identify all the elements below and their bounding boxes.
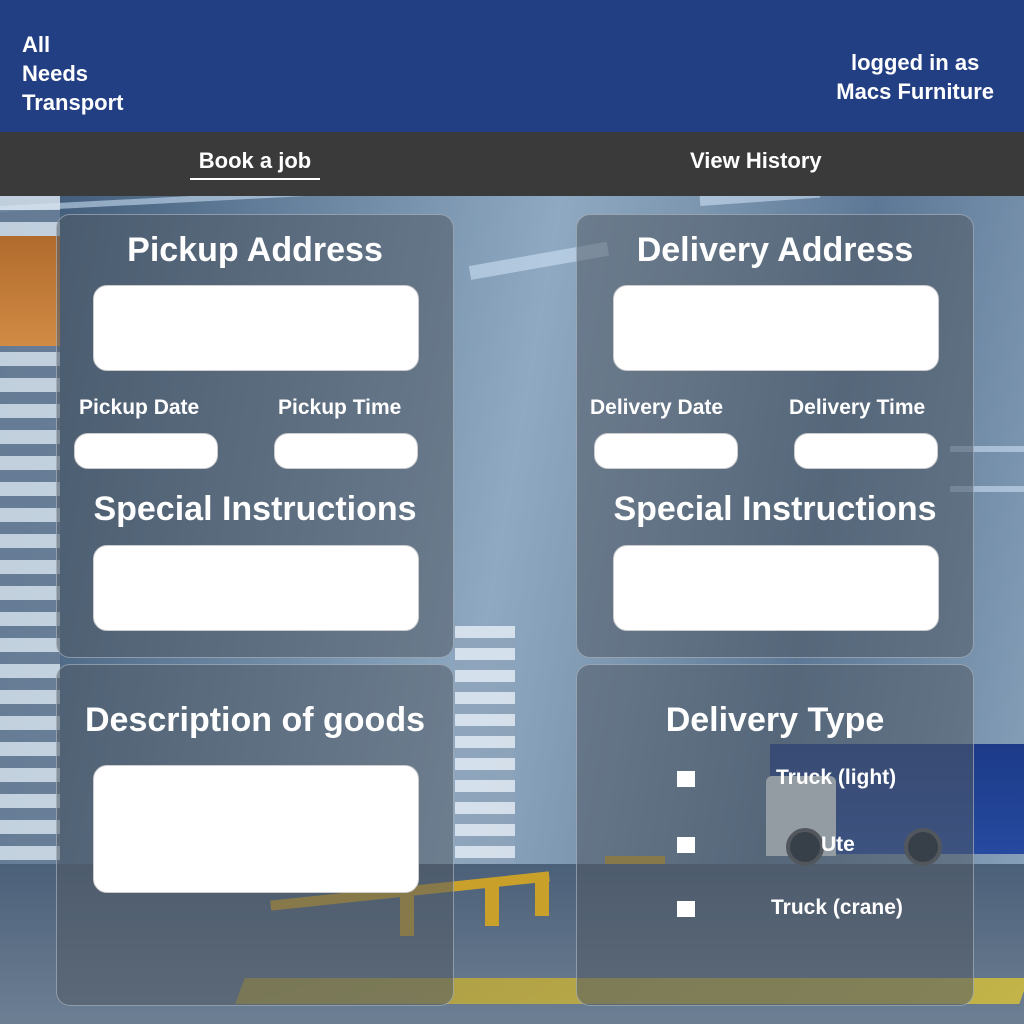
delivery-date-input[interactable]: [594, 433, 738, 469]
truck-crane-label: Truck (crane): [771, 896, 903, 919]
truck-light-checkbox[interactable]: [677, 771, 695, 787]
delivery-panel: Delivery Address Delivery Date Delivery …: [576, 214, 974, 658]
pickup-date-input[interactable]: [74, 433, 218, 469]
pickup-instructions-input[interactable]: [93, 545, 419, 631]
delivery-time-label: Delivery Time: [789, 396, 926, 419]
pickup-instructions-heading: Special Instructions: [93, 490, 417, 528]
login-status: logged in as Macs Furniture: [836, 48, 994, 106]
delivery-type-heading: Delivery Type: [665, 701, 885, 739]
delivery-address-input[interactable]: [613, 285, 939, 371]
pickup-time-input[interactable]: [274, 433, 418, 469]
pickup-address-input[interactable]: [93, 285, 419, 371]
brand-logo-text: All Needs Transport: [22, 32, 124, 115]
delivery-address-heading: Delivery Address: [636, 231, 914, 269]
goods-heading: Description of goods: [85, 701, 425, 739]
delivery-instructions-heading: Special Instructions: [613, 490, 937, 528]
delivery-date-label: Delivery Date: [590, 396, 724, 419]
pickup-panel: Pickup Address Pickup Date Pickup Time S…: [56, 214, 454, 658]
ute-label: Ute: [821, 833, 855, 856]
app-header: All Needs Transport logged in as Macs Fu…: [0, 0, 1024, 132]
nav-book-job[interactable]: Book a job: [190, 148, 320, 180]
login-label: logged in as: [850, 50, 980, 75]
ute-checkbox[interactable]: [677, 837, 695, 853]
nav-view-history[interactable]: View History: [690, 148, 822, 174]
delivery-type-panel: Delivery Type Truck (light) Ute Truck (c…: [576, 664, 974, 1006]
goods-panel: Description of goods: [56, 664, 454, 1006]
delivery-time-input[interactable]: [794, 433, 938, 469]
main-nav: Book a job View History: [0, 132, 1024, 196]
pickup-time-label: Pickup Time: [278, 396, 402, 419]
pickup-date-label: Pickup Date: [79, 396, 200, 419]
goods-description-input[interactable]: [93, 765, 419, 893]
truck-light-label: Truck (light): [776, 766, 897, 789]
truck-crane-checkbox[interactable]: [677, 901, 695, 917]
delivery-instructions-input[interactable]: [613, 545, 939, 631]
login-username: Macs Furniture: [836, 79, 994, 104]
pickup-address-heading: Pickup Address: [127, 231, 383, 269]
